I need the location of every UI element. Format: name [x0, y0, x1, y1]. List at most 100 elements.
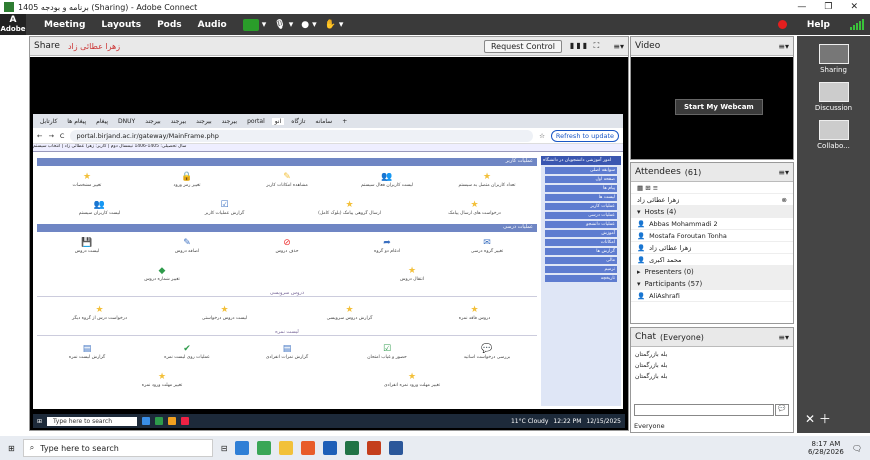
start-webcam-button[interactable]: Start My Webcam [675, 99, 763, 115]
portal-item[interactable]: ▤ گزارش لیست نمره [37, 344, 137, 360]
tab[interactable]: سامانه [312, 118, 335, 125]
portal-item[interactable]: 👥 لیست کاربران فعال سیستم [337, 172, 437, 188]
sidebar-item[interactable]: پیام ها [545, 185, 617, 192]
portal-item[interactable]: ✎ اضافه دروس [137, 238, 237, 254]
tab[interactable]: پیغام [93, 118, 111, 125]
back-icon[interactable]: ← [37, 132, 42, 140]
pod-menu-icon[interactable]: ≡▾ [778, 333, 789, 342]
portal-item[interactable]: ★ گزارش دروس سرویسی [300, 305, 400, 321]
app-icon[interactable] [279, 441, 294, 455]
taskbar-search-box[interactable]: ⌕ Type here to search [22, 439, 213, 457]
layout-discussion[interactable]: Discussion [797, 82, 870, 112]
portal-item[interactable]: ★ انتقال دروس [362, 266, 462, 282]
portal-item[interactable]: ★ دروس فاقد نمره [425, 305, 525, 321]
portal-item[interactable]: ➦ ادغام دو گروه [337, 238, 437, 254]
portal-item[interactable]: ◆ تغییر شماره دروس [112, 266, 212, 282]
portal-item[interactable]: ✎ مشاهده امکانات کاربر [237, 172, 337, 188]
send-icon[interactable]: 💬 [775, 404, 789, 416]
portal-item[interactable]: ✉ تغییر گروه درسی [437, 238, 537, 254]
notification-icon[interactable]: 🗨 [852, 444, 862, 453]
portal-item[interactable]: ☑ گزارش عملیات کاربر [175, 200, 275, 216]
pod-menu-icon[interactable]: ≡▾ [778, 42, 789, 51]
sidebar-item[interactable]: آموزش [545, 230, 617, 237]
layout-collaboration[interactable]: Collabo... [797, 120, 870, 150]
forward-icon[interactable]: → [48, 132, 53, 140]
portal-item[interactable]: ⊘ حذف دروس [237, 238, 337, 254]
tab[interactable]: بیرجند [193, 118, 214, 125]
sidebar-item[interactable]: عملیات درسی [545, 212, 617, 219]
tab[interactable]: تازگاه [288, 118, 308, 125]
layout-close-add-icon[interactable]: ✕ ＋ [805, 410, 831, 427]
task-view-icon[interactable]: ⊟ [221, 444, 228, 453]
portal-item[interactable]: ▤ گزارش نمرات انفرادی [237, 344, 337, 360]
participants-group[interactable]: ▾ Participants (57) [631, 278, 793, 290]
sidebar-item[interactable]: عملیات کاربر [545, 203, 617, 210]
chat-input[interactable] [634, 404, 774, 416]
refresh-to-update-button[interactable]: Refresh to update [550, 129, 619, 142]
app-icon[interactable] [257, 441, 272, 455]
layout-sharing[interactable]: Sharing [797, 44, 870, 74]
microphone-icon[interactable]: 🎙 [274, 20, 285, 30]
menu-audio[interactable]: Audio [198, 20, 227, 30]
portal-item[interactable]: ★ لیست دروس درخواستی [175, 305, 275, 321]
raise-hand-icon[interactable]: ✋ [325, 20, 336, 30]
attendee-row[interactable]: 👤 محمد اکبری [631, 254, 793, 266]
sidebar-item[interactable]: لیست ها [545, 194, 617, 201]
sidebar-item[interactable]: صفحه اول [545, 176, 617, 183]
portal-item[interactable]: ★ تغییر مهلت ورود نمره [112, 372, 212, 388]
close-button[interactable]: ✕ [850, 2, 858, 12]
hosts-group[interactable]: ▾ Hosts (4) [631, 206, 793, 218]
app-icon[interactable] [345, 441, 360, 455]
app-icon[interactable] [235, 441, 250, 455]
portal-item[interactable]: 💾 لیست دروس [37, 238, 137, 254]
view-toggle-icon[interactable]: ▦ ⊞ ≡ [637, 184, 658, 192]
taskbar-clock[interactable]: 8:17 AM 6/28/2026 [808, 440, 844, 456]
url-field[interactable]: portal.birjand.ac.ir/gateway/MainFrame.p… [70, 129, 534, 142]
portal-item[interactable]: ★ تغییر مهلت ورود نمره انفرادی [362, 372, 462, 388]
reload-icon[interactable]: C [60, 132, 65, 140]
tab[interactable]: کارتابل [37, 118, 60, 125]
attendee-row[interactable]: 👤 Mostafa Foroutan Tonha [631, 230, 793, 242]
portal-item[interactable]: ★ ارسال گروهی پیامک (بلوک کامل) [300, 200, 400, 216]
tab[interactable]: بیرجند [168, 118, 189, 125]
menu-pods[interactable]: Pods [157, 20, 182, 30]
sidebar-item[interactable]: عملیات دانشجو [545, 221, 617, 228]
sidebar-item[interactable]: مالی [545, 257, 617, 264]
chat-recipient[interactable]: Everyone [634, 422, 665, 430]
portal-item[interactable]: ★ تعداد کاربران متصل به سیستم [437, 172, 537, 188]
attendee-row[interactable]: 👤 Abbas Mohammadi 2 [631, 218, 793, 230]
tab[interactable]: DNUY [115, 118, 138, 125]
tab[interactable]: پیغام ها [64, 118, 89, 125]
view-mode-icon[interactable]: ▮▮▮ ⛶ [570, 41, 601, 51]
presenters-group[interactable]: ▸ Presenters (0) [631, 266, 793, 278]
tab[interactable]: portal [244, 118, 268, 125]
portal-item[interactable]: 💬 بررسی درخواست اساتید [437, 344, 537, 360]
tab[interactable]: بیرجند [219, 118, 240, 125]
windows-start-icon[interactable]: ⊞ [8, 444, 15, 453]
app-icon[interactable] [323, 441, 338, 455]
portal-item[interactable]: ★ تغییر مشخصات [37, 172, 137, 188]
sidebar-item[interactable]: امکانات [545, 239, 617, 246]
sidebar-item[interactable]: تاریخچه [545, 275, 617, 282]
minimize-button[interactable]: — [797, 2, 806, 12]
sidebar-item[interactable]: ترمیم [545, 266, 617, 273]
portal-item[interactable]: ☑ حضور و غیاب امتحان [337, 344, 437, 360]
menu-layouts[interactable]: Layouts [101, 20, 141, 30]
maximize-button[interactable]: ❐ [824, 2, 832, 12]
app-icon[interactable] [301, 441, 316, 455]
clear-icon[interactable]: ⊗ [782, 196, 787, 204]
request-control-button[interactable]: Request Control [483, 39, 562, 53]
pod-menu-icon[interactable]: ≡▾ [778, 168, 789, 177]
portal-item[interactable]: 👥 لیست کاربران سیستم [50, 200, 150, 216]
menu-meeting[interactable]: Meeting [44, 20, 85, 30]
menu-help[interactable]: Help [807, 20, 830, 30]
pod-menu-icon[interactable]: ≡▾ [613, 42, 624, 51]
portal-item[interactable]: ★ درخواست درس از گروه دیگر [50, 305, 150, 321]
new-tab-button[interactable]: + [339, 118, 350, 125]
portal-item[interactable]: 🔒 تغییر رمز ورود [137, 172, 237, 188]
app-icon[interactable] [367, 441, 382, 455]
attendee-row[interactable]: 👤 AliAshrafi [631, 290, 793, 302]
speaker-icon[interactable] [242, 18, 259, 31]
portal-item[interactable]: ✔ عملیات روی لیست نمره [137, 344, 237, 360]
portal-item[interactable]: ★ درخواست های ارسال پیامک [425, 200, 525, 216]
